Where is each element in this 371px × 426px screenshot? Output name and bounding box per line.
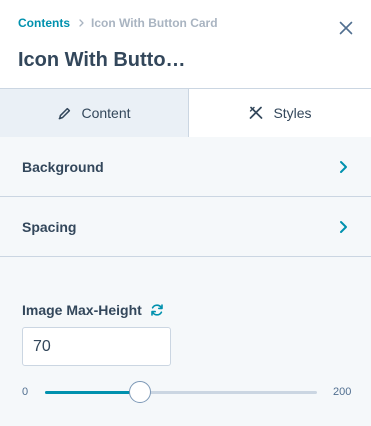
tab-content[interactable]: Content — [0, 89, 189, 137]
slider-max-label: 200 — [333, 386, 352, 398]
chevron-right-icon — [79, 19, 84, 27]
breadcrumb: Contents Icon With Button Card — [18, 15, 218, 31]
chevron-right-icon — [340, 221, 347, 233]
breadcrumb-contents-link[interactable]: Contents — [18, 16, 70, 30]
tab-styles[interactable]: Styles — [189, 89, 371, 137]
slider-min-label: 0 — [22, 386, 29, 398]
close-icon[interactable] — [338, 20, 354, 36]
refresh-icon[interactable] — [150, 303, 164, 317]
panel-header: Contents Icon With Button Card Icon With… — [0, 0, 371, 88]
tab-styles-label: Styles — [273, 105, 312, 121]
breadcrumb-current: Icon With Button Card — [91, 16, 218, 30]
section-spacing[interactable]: Spacing — [0, 197, 371, 257]
section-background[interactable]: Background — [0, 137, 371, 197]
section-background-label: Background — [22, 159, 104, 175]
image-max-height-label: Image Max-Height — [22, 302, 142, 318]
image-max-height-input[interactable] — [22, 327, 171, 366]
image-max-height-slider[interactable] — [45, 381, 317, 403]
image-max-height-field-label: Image Max-Height — [22, 302, 164, 318]
tab-bar: Content Styles — [0, 88, 371, 137]
chevron-right-icon — [340, 161, 347, 173]
slider-fill — [45, 391, 141, 394]
section-spacing-label: Spacing — [22, 219, 77, 235]
brush-ruler-icon — [250, 106, 263, 119]
tab-content-label: Content — [81, 105, 131, 121]
pencil-icon — [59, 107, 71, 119]
page-title: Icon With Butto… — [18, 49, 186, 71]
